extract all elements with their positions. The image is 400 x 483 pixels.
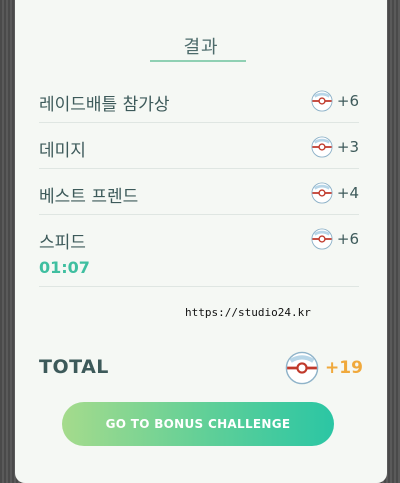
results-title: 결과: [183, 37, 219, 58]
row-label: 레이드배틀 참가상: [39, 95, 170, 115]
row-value: +4: [336, 184, 359, 202]
row-value: +6: [336, 92, 359, 110]
row-value: +3: [336, 138, 359, 156]
speed-time: 01:07: [39, 258, 90, 277]
row-label: 스피드: [39, 233, 86, 253]
result-row-damage: 데미지 +3: [39, 136, 359, 169]
title-underline: [150, 60, 246, 62]
premier-ball-icon: [311, 228, 333, 250]
premier-ball-icon: [311, 136, 333, 158]
result-row-speed: 스피드 +6 01:07: [39, 228, 359, 287]
result-row-best-friend: 베스트 프렌드 +4: [39, 182, 359, 215]
row-label: 데미지: [39, 141, 86, 161]
total-value: +19: [325, 358, 363, 378]
result-row-raid: 레이드배틀 참가상 +6: [39, 90, 359, 123]
results-card: 결과 레이드배틀 참가상 +6 데미지 +3 베스트 프렌드 +4 스피드 +6…: [15, 0, 387, 483]
total-label: TOTAL: [39, 356, 109, 378]
bonus-challenge-button[interactable]: GO TO BONUS CHALLENGE: [62, 402, 334, 446]
row-label: 베스트 프렌드: [39, 187, 139, 207]
premier-ball-icon: [311, 90, 333, 112]
premier-ball-icon: [285, 351, 319, 385]
premier-ball-icon: [311, 182, 333, 204]
watermark-text: https://studio24.kr: [185, 306, 311, 319]
row-value: +6: [336, 230, 359, 248]
